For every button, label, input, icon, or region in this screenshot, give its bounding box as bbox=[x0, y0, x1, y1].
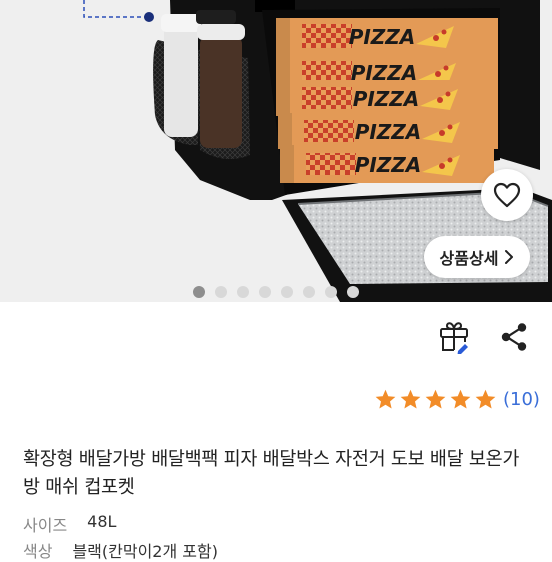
chevron-right-icon bbox=[505, 250, 514, 264]
spec-key: 사이즈 bbox=[23, 516, 68, 535]
star-rating bbox=[374, 388, 497, 411]
carousel-dot[interactable] bbox=[347, 286, 359, 298]
product-detail-label: 상품상세 bbox=[439, 249, 499, 268]
pizza-label: PIZZA bbox=[349, 25, 416, 49]
carousel-indicator bbox=[193, 286, 359, 298]
pizza-label: PIZZA bbox=[355, 120, 422, 144]
carousel-dot[interactable] bbox=[193, 286, 205, 298]
spec-row-color: 색상 블랙(칸막이2개 포함) bbox=[23, 538, 218, 562]
spec-value: 48L bbox=[87, 512, 117, 531]
carousel-dot[interactable] bbox=[215, 286, 227, 298]
carousel-dot[interactable] bbox=[237, 286, 249, 298]
carousel-dot[interactable] bbox=[259, 286, 271, 298]
pizza-label: PIZZA bbox=[355, 153, 422, 177]
wishlist-button[interactable] bbox=[481, 169, 533, 221]
pizza-boxes: PIZZA PIZZA PIZZA PIZZA PIZZA bbox=[276, 18, 498, 183]
gift-icon bbox=[440, 322, 468, 355]
spec-row-size: 사이즈 48L bbox=[23, 512, 116, 536]
spec-key: 색상 bbox=[23, 542, 53, 561]
share-icon bbox=[501, 323, 527, 351]
star-icon bbox=[475, 389, 496, 409]
star-icon bbox=[450, 389, 471, 409]
product-detail-button[interactable]: 상품상세 bbox=[424, 236, 530, 278]
product-title: 확장형 배달가방 배달백팩 피자 배달박스 자전거 도보 배달 보온가방 매쉬 … bbox=[23, 449, 520, 498]
review-count-link[interactable]: (10) bbox=[503, 389, 540, 410]
product-image-carousel[interactable]: PIZZA PIZZA PIZZA PIZZA PIZZA 상품상세 bbox=[0, 0, 552, 302]
pizza-label: PIZZA bbox=[353, 87, 420, 111]
carousel-dot[interactable] bbox=[325, 286, 337, 298]
carousel-dot[interactable] bbox=[303, 286, 315, 298]
share-button[interactable] bbox=[499, 322, 529, 352]
star-icon bbox=[425, 389, 446, 409]
gift-button[interactable] bbox=[438, 320, 470, 355]
heart-icon bbox=[493, 182, 521, 208]
star-icon bbox=[400, 389, 421, 409]
carousel-dot[interactable] bbox=[281, 286, 293, 298]
product-rating[interactable]: (10) bbox=[374, 388, 540, 411]
product-actions bbox=[0, 320, 552, 355]
star-icon bbox=[375, 389, 396, 409]
spec-value: 블랙(칸막이2개 포함) bbox=[72, 542, 218, 561]
